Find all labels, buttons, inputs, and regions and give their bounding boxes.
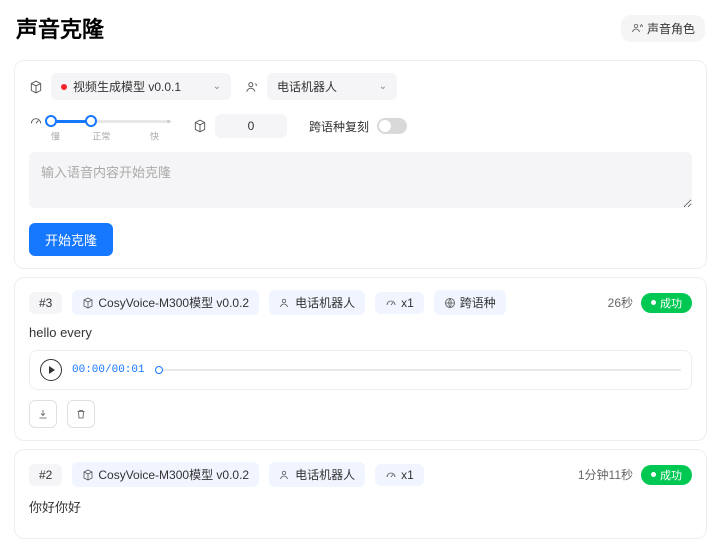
globe-icon [444, 297, 456, 309]
result-multiplier-tag: x1 [375, 464, 424, 486]
voice-select[interactable]: 电话机器人 ⌄ [267, 73, 397, 100]
gauge-icon [29, 114, 43, 128]
cross-lang-label: 跨语种复刻 [309, 118, 369, 135]
voice-role-button[interactable]: 声音角色 [621, 15, 705, 42]
result-card: #3 CosyVoice-M300模型 v0.0.2 电话机器人 x1 跨语种 … [14, 277, 707, 441]
clone-form-card: 视频生成模型 v0.0.1 ⌄ 电话机器人 ⌄ 慢 [14, 60, 707, 269]
cross-lang-toggle[interactable] [377, 118, 407, 134]
chevron-down-icon: ⌄ [213, 81, 221, 92]
result-status-badge: 成功 [641, 465, 692, 485]
content-textarea[interactable] [29, 152, 692, 208]
speed-slider[interactable]: 慢 正常 快 [51, 114, 171, 138]
trash-icon [75, 408, 87, 420]
play-button[interactable] [40, 359, 62, 381]
delete-button[interactable] [67, 400, 95, 428]
chevron-down-icon: ⌄ [379, 81, 387, 92]
result-index-tag: #2 [29, 464, 62, 486]
cube-icon [82, 469, 94, 481]
result-text: hello every [29, 325, 692, 340]
play-icon [48, 365, 56, 375]
user-voice-icon [631, 22, 643, 34]
progress-bar[interactable] [155, 368, 681, 372]
model-select[interactable]: 视频生成模型 v0.0.1 ⌄ [51, 73, 231, 100]
speed-slider-labels: 慢 正常 快 [51, 129, 159, 143]
result-cross-tag: 跨语种 [434, 290, 506, 315]
status-dot-icon [61, 84, 67, 90]
result-text: 你好你好 [29, 497, 692, 516]
cube-icon [29, 80, 43, 94]
page-title: 声音克隆 [16, 12, 104, 44]
result-voice-tag: 电话机器人 [269, 462, 365, 487]
cube-icon [193, 119, 207, 133]
voice-role-label: 声音角色 [647, 20, 695, 37]
result-multiplier-tag: x1 [375, 292, 424, 314]
download-button[interactable] [29, 400, 57, 428]
voice-select-value: 电话机器人 [277, 78, 337, 95]
result-elapsed: 1分钟11秒 [578, 466, 633, 483]
start-clone-button[interactable]: 开始克隆 [29, 223, 113, 256]
user-voice-icon [245, 80, 259, 94]
gauge-icon [385, 469, 397, 481]
model-select-value: 视频生成模型 v0.0.1 [73, 78, 181, 95]
user-voice-icon [279, 469, 291, 481]
result-status-badge: 成功 [641, 293, 692, 313]
timecode: 00:00/00:01 [72, 364, 145, 376]
download-icon [37, 408, 49, 420]
result-index-tag: #3 [29, 292, 62, 314]
result-model-tag: CosyVoice-M300模型 v0.0.2 [72, 462, 259, 487]
gauge-icon [385, 297, 397, 309]
cube-icon [82, 297, 94, 309]
user-voice-icon [279, 297, 291, 309]
result-model-tag: CosyVoice-M300模型 v0.0.2 [72, 290, 259, 315]
result-voice-tag: 电话机器人 [269, 290, 365, 315]
seed-input[interactable] [215, 114, 287, 138]
audio-player: 00:00/00:01 [29, 350, 692, 390]
result-elapsed: 26秒 [608, 294, 633, 311]
